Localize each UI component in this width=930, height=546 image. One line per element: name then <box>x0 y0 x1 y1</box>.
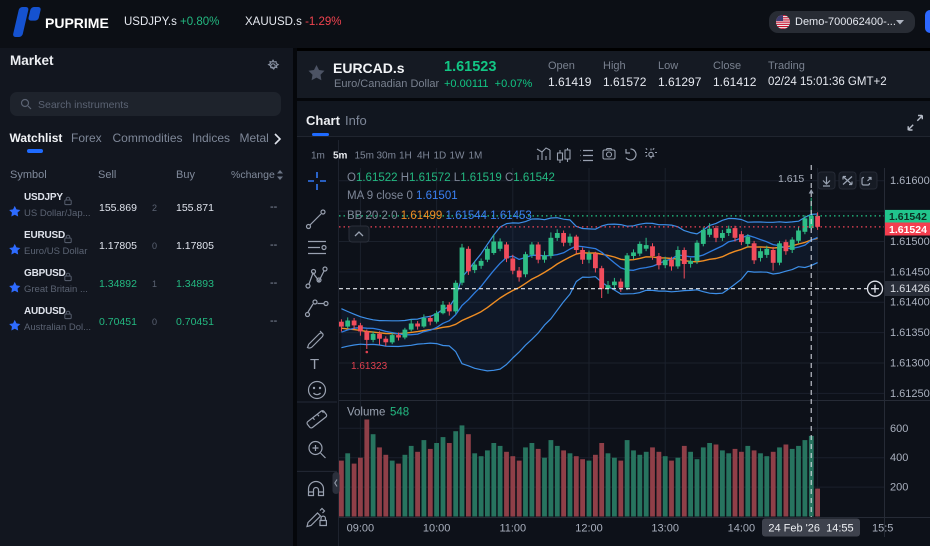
svg-text:1.61400: 1.61400 <box>890 297 930 309</box>
svg-text:10:00: 10:00 <box>423 523 451 535</box>
svg-text:BB 20 2 0 1.61499 1.61544 1.61: BB 20 2 0 1.61499 1.61544 1.61453 <box>347 210 532 222</box>
svg-text:600: 600 <box>890 423 908 435</box>
svg-text:Volume: Volume <box>347 407 385 419</box>
svg-text:1.615: 1.615 <box>778 173 804 185</box>
svg-text:1.61350: 1.61350 <box>890 327 930 339</box>
svg-text:1D: 1D <box>434 151 447 162</box>
svg-text:1M: 1M <box>469 151 483 162</box>
svg-text:O1.61522 H1.61572 L1.61519 C1.: O1.61522 H1.61572 L1.61519 C1.61542 <box>347 172 555 184</box>
svg-text:T: T <box>310 356 319 373</box>
svg-text:1.61500: 1.61500 <box>890 236 930 248</box>
svg-text:400: 400 <box>890 452 908 464</box>
svg-text:12:00: 12:00 <box>575 523 603 535</box>
svg-text:5m: 5m <box>333 151 348 162</box>
svg-text:200: 200 <box>890 482 908 494</box>
svg-text:1.61450: 1.61450 <box>890 266 930 278</box>
svg-text:4H: 4H <box>417 151 430 162</box>
svg-text:15:5: 15:5 <box>872 523 893 535</box>
svg-text:13:00: 13:00 <box>651 523 679 535</box>
svg-text:Chart: Chart <box>306 113 341 128</box>
svg-text:15m: 15m <box>355 151 374 162</box>
svg-text:1.61323: 1.61323 <box>351 361 388 372</box>
svg-text:11:00: 11:00 <box>499 523 526 535</box>
svg-text:1.61524: 1.61524 <box>889 224 927 236</box>
svg-text:1m: 1m <box>311 151 325 162</box>
svg-text:14:00: 14:00 <box>728 523 756 535</box>
svg-text:1.61300: 1.61300 <box>890 358 930 370</box>
svg-text:09:00: 09:00 <box>347 523 375 535</box>
svg-text:1W: 1W <box>450 151 466 162</box>
svg-text:1.61250: 1.61250 <box>890 388 930 400</box>
svg-text:30m: 30m <box>377 151 396 162</box>
svg-text:1.61542: 1.61542 <box>889 211 927 223</box>
svg-text:MA 9 close 0 1.61501: MA 9 close 0 1.61501 <box>347 190 458 202</box>
svg-text:Info: Info <box>345 113 367 128</box>
svg-text:24 Feb '26 14:55: 24 Feb '26 14:55 <box>768 523 853 535</box>
svg-text:548: 548 <box>390 407 409 419</box>
svg-text:1H: 1H <box>399 151 412 162</box>
svg-text:1.61600: 1.61600 <box>890 175 930 187</box>
svg-text:1.61426: 1.61426 <box>890 283 930 295</box>
